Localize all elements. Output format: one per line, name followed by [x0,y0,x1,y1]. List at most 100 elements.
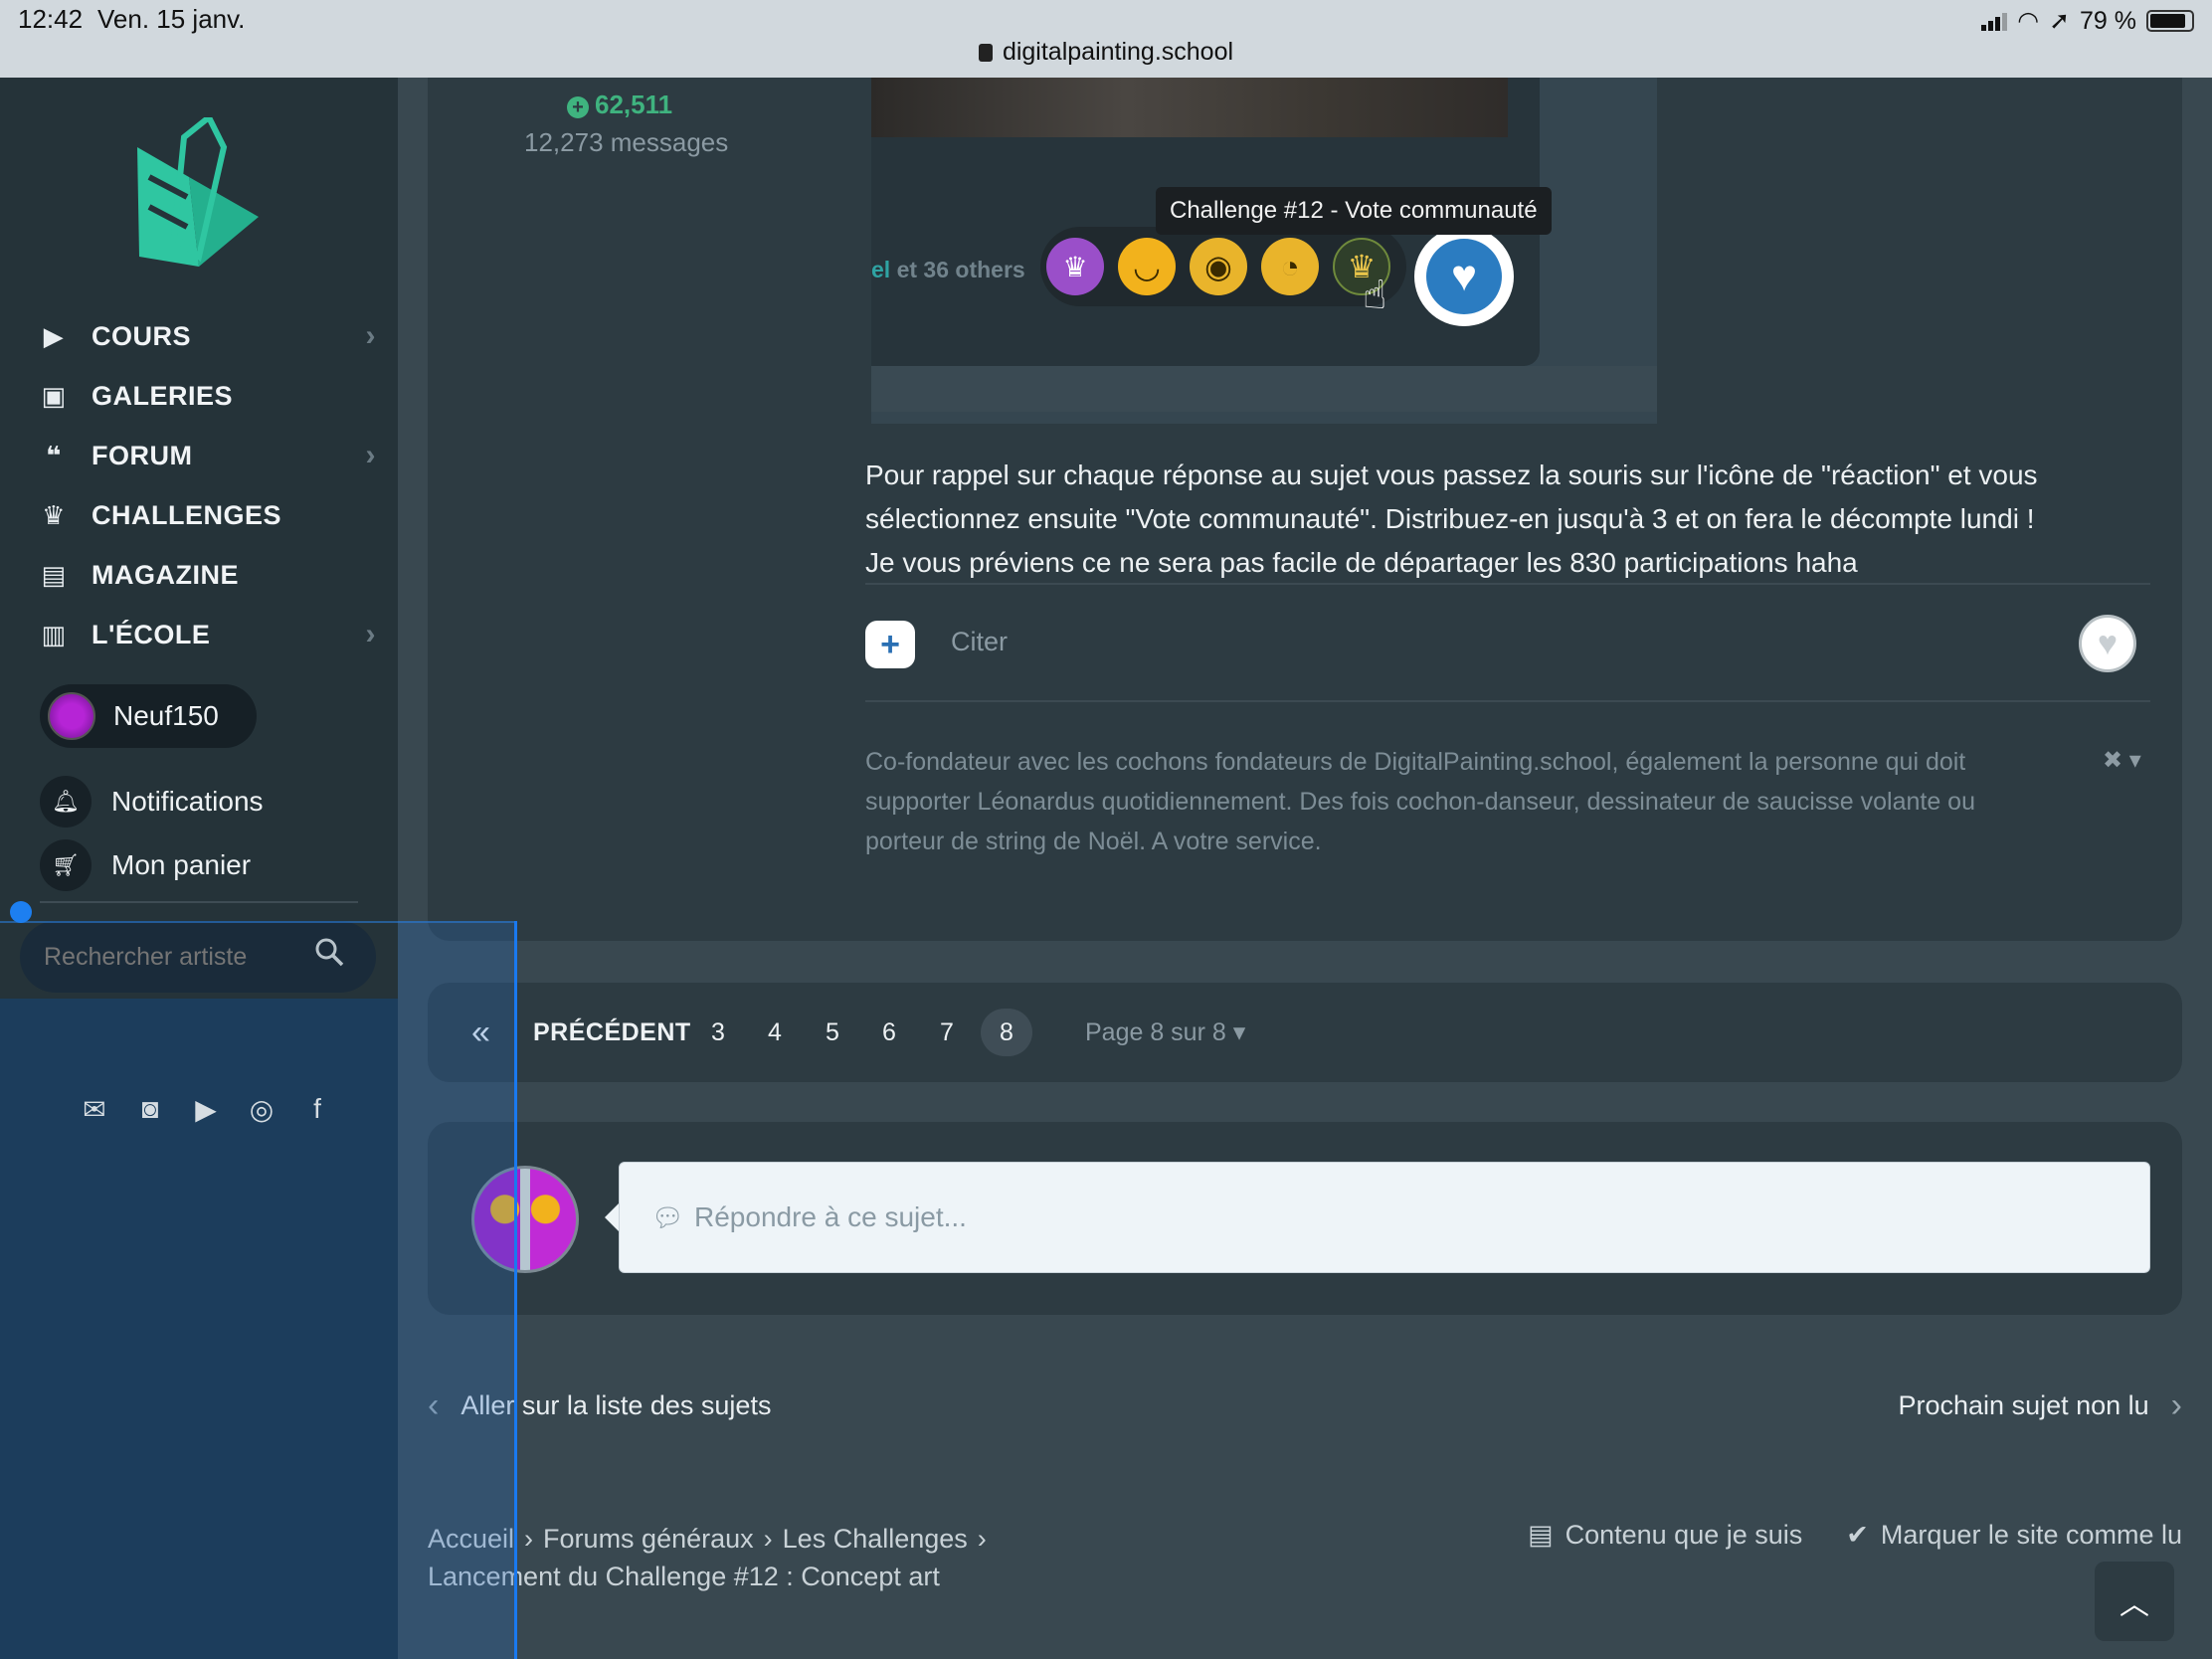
bell-icon: 🔔︎ [40,776,92,828]
nav-item-magazine[interactable]: ▤ MAGAZINE [38,545,376,605]
speech-arrow [605,1203,619,1231]
mark-read-link[interactable]: ✔ Marquer le site comme lu [1846,1520,2182,1551]
nav-label: L'ÉCOLE [92,619,211,649]
caret-down-icon: ▾ [1232,1018,1246,1046]
heart-reaction-icon[interactable]: ♥ [1414,227,1514,326]
sad-reaction-icon[interactable]: ◔ [1261,238,1319,295]
post-line: Pour rappel sur chaque réponse au sujet … [865,460,2038,490]
plus-icon: + [567,96,589,118]
url-text: digitalpainting.school [1002,38,1234,66]
play-icon: ▶ [43,320,65,351]
pagination: « PRÉCÉDENT 3 4 5 6 7 8 Page 8 sur 8 ▾ [428,983,2182,1082]
nav-item-challenges[interactable]: ♛ CHALLENGES [38,485,376,545]
location-icon: ➚ [2049,7,2071,35]
signature: Co-fondateur avec les cochons fondateurs… [865,742,2099,861]
page-link[interactable]: 5 [826,983,839,1082]
next-unread-link[interactable]: Prochain sujet non lu › [1899,1386,2183,1425]
address-bar[interactable]: digitalpainting.school [0,38,2212,67]
page-link[interactable]: 3 [711,983,725,1082]
reply-placeholder: Répondre à ce sujet... [694,1201,967,1232]
notifications-label: Notifications [111,786,264,817]
discord-icon[interactable]: ◙ [133,1092,167,1126]
facebook-icon[interactable]: f [300,1092,334,1126]
reply-input[interactable]: 💬︎ Répondre à ce sujet... [619,1162,2150,1273]
signal-icon [1981,11,2008,31]
trophy-reaction-icon[interactable]: ♛ [1046,238,1104,295]
nav-label: MAGAZINE [92,559,239,590]
reaction-user: el [871,257,891,282]
gallery-icon: ▣ [41,380,67,411]
checkmark-icon: ✔ [1846,1520,1869,1550]
reply-box: 💬︎ Répondre à ce sujet... [428,1122,2182,1315]
newspaper-icon: ▤ [1528,1520,1554,1550]
chevron-right-icon: › [2170,1386,2182,1424]
prev-page-button[interactable]: PRÉCÉDENT [533,983,691,1082]
nav-item-ecole[interactable]: ▥ L'ÉCOLE › [38,605,376,664]
points-value: 62,511 [595,90,673,119]
nav-label: FORUM [92,440,193,470]
chevron-up-icon: ︿ [2120,1588,2149,1621]
user-menu[interactable]: Neuf150 [40,684,257,748]
youtube-icon[interactable]: ▶ [189,1092,223,1126]
footer-actions: ▤ Contenu que je suis ✔ Marquer le site co… [1528,1520,2182,1551]
followed-content-link[interactable]: ▤ Contenu que je suis [1528,1520,1802,1551]
site-logo-icon[interactable] [129,117,269,276]
page-jump-dropdown[interactable]: Page 8 sur 8 ▾ [1085,983,1245,1082]
selection-tint [398,921,515,1659]
multiquote-button[interactable]: + [865,621,915,668]
quote-link[interactable]: Citer [951,627,1008,657]
breadcrumb-item[interactable]: Forums généraux [543,1524,754,1554]
battery-text: 79 % [2080,6,2136,35]
selection-handle[interactable] [10,901,32,923]
page-link[interactable]: 4 [768,983,782,1082]
chevron-right-icon: › [763,1524,773,1554]
signature-line: Co-fondateur avec les cochons fondateurs… [865,748,1966,776]
reaction-summary: el et 36 others [871,257,1025,283]
username: Neuf150 [113,700,219,731]
status-indicators: ◠ ➚ 79 % [1981,6,2194,36]
signature-options-icon[interactable]: ✖ ▾ [2103,746,2141,775]
breadcrumb-item[interactable]: Les Challenges [783,1524,968,1554]
avatar [48,692,95,740]
scroll-to-top-button[interactable]: ︿ [2095,1562,2174,1641]
artist-search [20,921,376,993]
current-page: 8 [981,1009,1032,1056]
nav-item-cours[interactable]: ▶ COURS › [38,306,376,366]
laugh-reaction-icon[interactable]: ◡ [1118,238,1176,295]
nav-item-galeries[interactable]: ▣ GALERIES [38,366,376,426]
confused-reaction-icon[interactable]: ◉ [1190,238,1247,295]
post-line: Je vous préviens ce ne sera pas facile d… [865,547,1858,578]
cart-label: Mon panier [111,849,252,880]
reaction-others: et 36 others [896,257,1025,282]
clock: 12:42 [18,4,84,34]
social-links: ✉ ◙ ▶ ◎ f [78,1092,334,1126]
notifications-link[interactable]: 🔔︎ Notifications [40,776,264,828]
ios-status-bar: 12:42 Ven. 15 janv. digitalpainting.scho… [0,0,2212,78]
cart-link[interactable]: 🛒︎ Mon panier [40,839,251,891]
wifi-icon: ◠ [2017,7,2040,35]
embedded-footer [871,366,1657,412]
instagram-icon[interactable]: ◎ [245,1092,278,1126]
chevron-right-icon[interactable]: › [366,618,377,651]
nav-item-forum[interactable]: ❝ FORUM › [38,426,376,485]
message-count: 12,273 messages [524,127,729,157]
page-link[interactable]: 7 [940,983,954,1082]
main-nav: ▶ COURS › ▣ GALERIES ❝ FORUM › ♛ CHALLEN… [38,306,376,664]
chevron-right-icon[interactable]: › [366,319,377,353]
page-link[interactable]: 6 [882,983,896,1082]
selection-handle-line[interactable] [514,921,517,1659]
post-line: sélectionnez ensuite "Vote communauté". … [865,503,2035,534]
search-icon[interactable] [314,937,344,967]
search-input[interactable] [44,942,292,972]
mail-icon[interactable]: ✉ [78,1092,111,1126]
page-jump-label: Page 8 sur 8 [1085,1017,1226,1046]
chat-icon: ❝ [46,440,62,470]
cart-icon: 🛒︎ [40,839,92,891]
chevron-right-icon[interactable]: › [366,439,377,472]
like-button[interactable]: ♥ [2079,615,2136,672]
divider [865,583,2150,585]
lock-icon [978,44,993,62]
followed-content-label: Contenu que je suis [1565,1520,1803,1550]
signature-line: porteur de string de Noël. A votre servi… [865,828,1322,855]
battery-icon [2146,10,2194,32]
